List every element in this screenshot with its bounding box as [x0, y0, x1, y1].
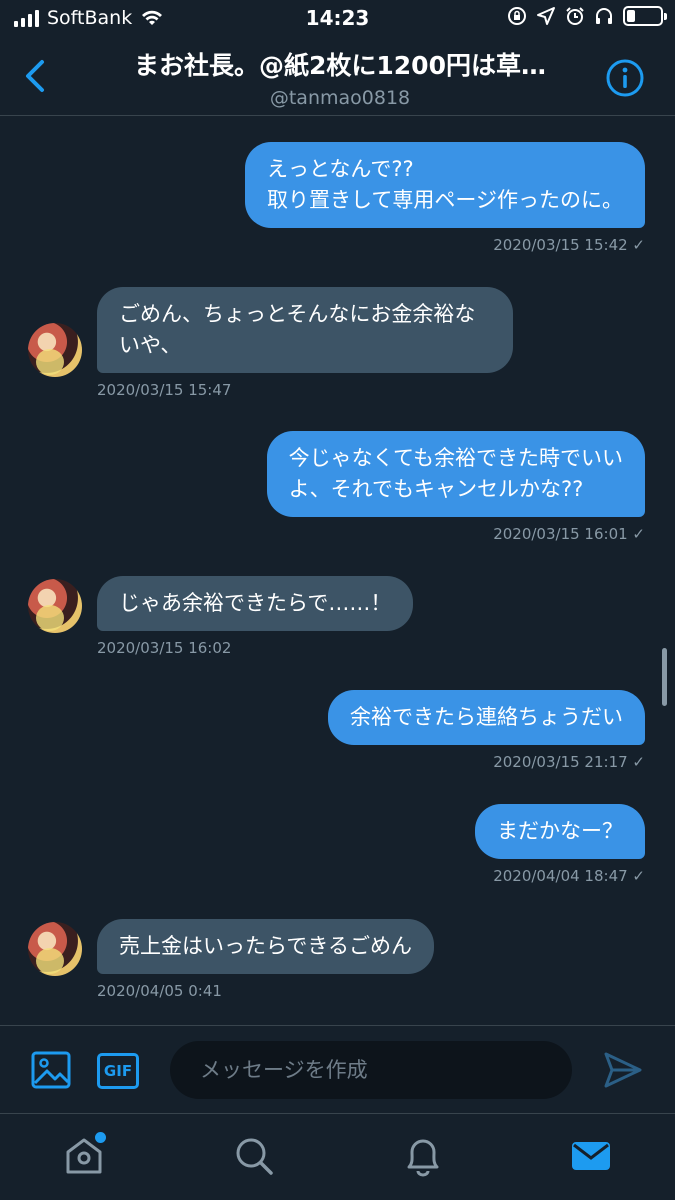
message-line: いや、: [119, 333, 182, 357]
message-outgoing: 余裕できたら連絡ちょうだい 2020/03/15 21:17 ✓: [328, 690, 645, 771]
tab-messages[interactable]: [569, 1134, 613, 1178]
search-icon: [236, 1138, 273, 1175]
battery-icon: [623, 6, 667, 26]
avatar[interactable]: [28, 579, 82, 633]
message-line: まだかなー？: [497, 819, 623, 843]
send-icon[interactable]: [602, 1050, 644, 1090]
message-list[interactable]: えっとなんで?? 取り置きして専用ページ作ったのに。 2020/03/15 15…: [0, 117, 675, 1025]
message-outgoing: 今じゃなくても余裕できた時でいい よ、それでもキャンセルかな?? 2020/03…: [266, 431, 645, 543]
tab-bar: [0, 1113, 675, 1200]
message-timestamp: 2020/03/15 15:47: [97, 381, 232, 399]
message-timestamp: 2020/03/15 16:02: [97, 639, 232, 657]
message-bubble[interactable]: 今じゃなくても余裕できた時でいい よ、それでもキャンセルかな??: [266, 431, 645, 517]
conversation-handle: @tanmao0818: [269, 87, 411, 109]
conversation-header: まお社長。@紙2枚に1200円は草… @tanmao0818: [0, 38, 675, 116]
message-line: じゃあ余裕できたらで……！: [119, 591, 392, 615]
notification-dot: [95, 1132, 106, 1143]
dm-screen: SoftBank 14:23 まお社長。@紙2枚に1200円は草… @tanma…: [0, 0, 675, 1200]
message-line: 売上金はいったらできるごめん: [119, 934, 412, 958]
info-icon[interactable]: [605, 58, 645, 98]
message-bubble[interactable]: じゃあ余裕できたらで……！: [97, 576, 414, 631]
message-bubble[interactable]: 余裕できたら連絡ちょうだい: [328, 690, 645, 745]
message-incoming: じゃあ余裕できたらで……！ 2020/03/15 16:02: [97, 576, 414, 657]
location-icon: [537, 7, 555, 25]
message-line: 余裕できたら連絡ちょうだい: [350, 705, 623, 729]
headphones-icon: [596, 8, 612, 24]
message-line: よ、それでもキャンセルかな??: [288, 477, 584, 501]
message-line: 今じゃなくても余裕できた時でいい: [288, 446, 623, 470]
status-bar: SoftBank 14:23: [0, 0, 675, 38]
messages-icon: [572, 1142, 610, 1170]
back-chevron-icon[interactable]: [20, 56, 52, 96]
gif-label: GIF: [103, 1062, 133, 1080]
scrollbar[interactable]: [662, 648, 667, 706]
message-bubble[interactable]: 売上金はいったらできるごめん: [97, 919, 434, 974]
message-bubble[interactable]: ごめん、ちょっとそんなにお金余裕な いや、: [97, 287, 513, 373]
message-line: ごめん、ちょっとそんなにお金余裕な: [119, 302, 476, 326]
message-line: 取り置きして専用ページ作ったのに。: [267, 188, 623, 212]
message-timestamp: 2020/04/04 18:47 ✓: [493, 867, 645, 885]
message-outgoing: えっとなんで?? 取り置きして専用ページ作ったのに。 2020/03/15 15…: [245, 142, 645, 254]
message-incoming: ごめん、ちょっとそんなにお金余裕な いや、 2020/03/15 15:47: [97, 287, 513, 399]
notifications-icon: [407, 1139, 439, 1177]
avatar[interactable]: [28, 922, 82, 976]
message-composer: GIF: [0, 1025, 675, 1113]
image-icon[interactable]: [30, 1050, 72, 1090]
message-line: えっとなんで??: [267, 157, 414, 181]
gif-button[interactable]: GIF: [97, 1053, 139, 1089]
orientation-lock-icon: [508, 7, 526, 25]
message-timestamp: 2020/03/15 21:17 ✓: [493, 753, 645, 771]
message-timestamp: 2020/04/05 0:41: [97, 982, 222, 1000]
message-timestamp: 2020/03/15 15:42 ✓: [493, 236, 645, 254]
tab-search[interactable]: [232, 1134, 276, 1178]
conversation-title-block[interactable]: まお社長。@紙2枚に1200円は草… @tanmao0818: [100, 46, 580, 109]
message-bubble[interactable]: えっとなんで?? 取り置きして専用ページ作ったのに。: [245, 142, 645, 228]
message-input[interactable]: [170, 1041, 572, 1099]
tab-notifications[interactable]: [401, 1134, 445, 1178]
message-incoming: 売上金はいったらできるごめん 2020/04/05 0:41: [97, 919, 434, 1000]
alarm-icon: [566, 7, 584, 25]
conversation-title: まお社長。@紙2枚に1200円は草…: [134, 51, 546, 80]
tab-home[interactable]: [62, 1132, 106, 1178]
message-outgoing: まだかなー？ 2020/04/04 18:47 ✓: [475, 804, 645, 885]
message-bubble[interactable]: まだかなー？: [475, 804, 645, 859]
avatar[interactable]: [28, 323, 82, 377]
message-timestamp: 2020/03/15 16:01 ✓: [493, 525, 645, 543]
